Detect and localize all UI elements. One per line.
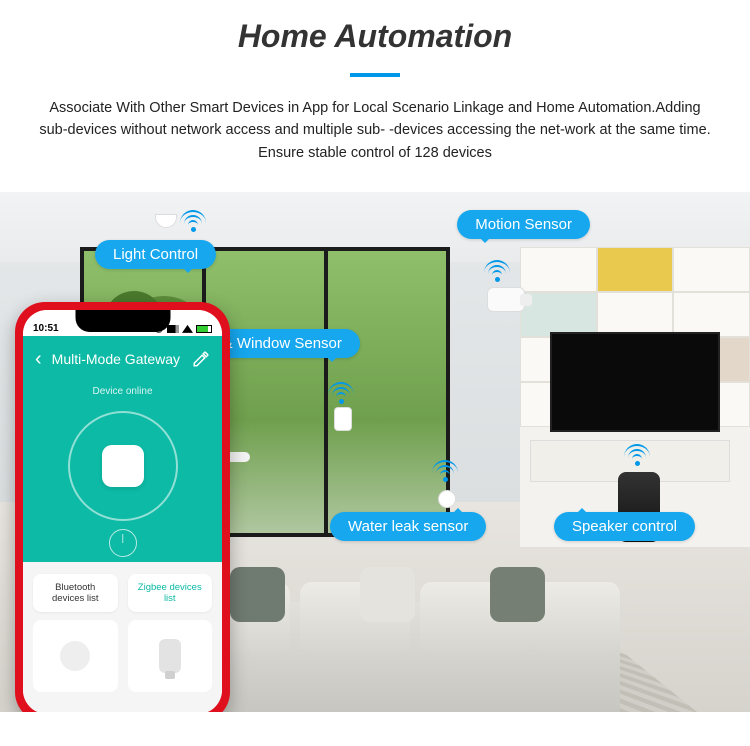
wifi-icon [484,260,512,282]
device-card[interactable] [33,620,118,692]
wifi-status-icon [182,325,193,333]
callout-light-control: Light Control [95,240,216,269]
television [550,332,720,432]
tab-zigbee-devices[interactable]: Zigbee devices list [128,574,213,612]
sensor-round-icon [60,641,90,671]
motion-camera [487,287,525,312]
device-card[interactable] [128,620,213,692]
device-list [23,620,222,712]
device-ring[interactable] [68,411,178,521]
gateway-hub-icon [102,445,144,487]
device-hero: Device online [23,382,222,562]
status-time: 10:51 [33,323,59,334]
power-icon[interactable] [109,529,137,557]
battery-icon [196,325,212,333]
tab-bluetooth-devices[interactable]: Bluetooth devices list [33,574,118,612]
page-title: Home Automation [30,18,720,55]
device-tabs: Bluetooth devices list Zigbee devices li… [23,562,222,620]
room-scene: Light Control Motion Sensor Door & Windo… [0,192,750,712]
signal-icon [167,325,179,333]
sensor-pir-icon [159,639,181,673]
wifi-icon [624,444,652,466]
device-status: Device online [23,382,222,397]
wifi-icon [432,460,460,482]
door-sensor-device [334,407,352,431]
app-title: Multi-Mode Gateway [52,351,180,367]
page-description: Associate With Other Smart Devices in Ap… [35,97,715,164]
phone-mockup: 10:51 @ ‹ Multi-Mode Gateway Device onli… [15,302,230,712]
callout-motion-sensor: Motion Sensor [457,210,590,239]
callout-water-leak-sensor: Water leak sensor [330,512,486,541]
wifi-icon [180,210,208,232]
callout-speaker-control: Speaker control [554,512,695,541]
wifi-icon [328,382,356,404]
phone-notch [75,310,170,332]
title-divider [350,73,400,77]
back-icon[interactable]: ‹ [35,348,42,371]
header: Home Automation Associate With Other Sma… [0,0,750,182]
edit-icon[interactable] [192,350,210,368]
app-bar: ‹ Multi-Mode Gateway [23,336,222,382]
